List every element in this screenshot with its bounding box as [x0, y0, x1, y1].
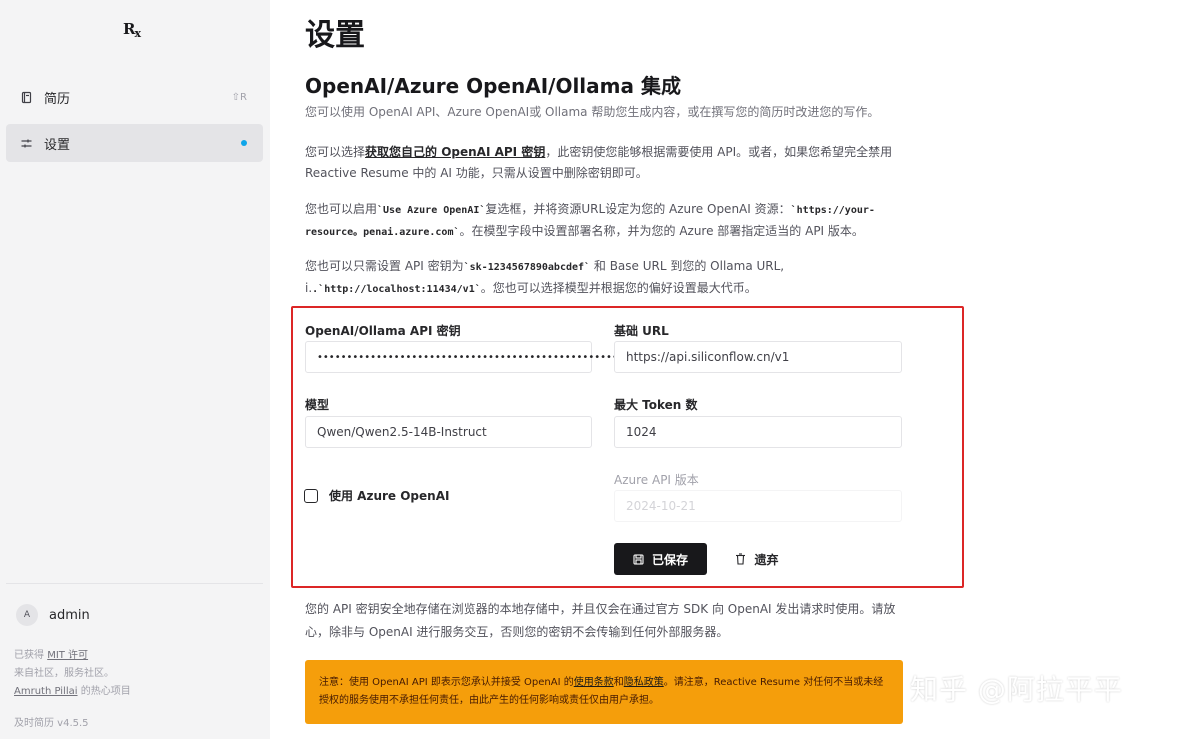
discard-button[interactable]: 遗弃: [724, 543, 790, 575]
user-name: admin: [49, 607, 90, 623]
shortcut-hint: ⇧R: [231, 91, 247, 103]
watermark: 知乎 @阿拉平平: [910, 673, 1123, 706]
section-title: OpenAI/Azure OpenAI/Ollama 集成: [305, 74, 681, 98]
notice-banner: 注意：使用 OpenAI API 即表示您承认并接受 OpenAI 的使用条款和…: [305, 660, 903, 724]
sidebar-divider: [6, 583, 263, 584]
privacy-policy-link[interactable]: 隐私政策: [624, 677, 664, 688]
sidebar-footer: 已获得 MIT 许可 来自社区，服务社区。 Amruth Pillai 的热心项…: [14, 647, 131, 701]
notice-text: 注意：使用 OpenAI API 即表示您承认并接受 OpenAI 的: [319, 677, 574, 688]
para-text: 。您也可以选择模型并根据您的偏好设置最大代币。: [480, 281, 757, 295]
inline-code: `sk-1234567890abcdef`: [463, 262, 591, 273]
api-key-intro-paragraph: 您可以选择获取您自己的 OpenAI API 密钥，此密钥使您能够根据需要使用 …: [305, 142, 915, 184]
community-text: 来自社区，服务社区。: [14, 668, 114, 679]
api-key-input[interactable]: ••••••••••••••••••••••••••••••••••••••••…: [305, 341, 624, 373]
sidebar-item-label: 简历: [44, 91, 71, 107]
author-link[interactable]: Amruth Pillai: [14, 686, 78, 697]
model-label: 模型: [305, 398, 330, 412]
model-input[interactable]: Qwen/Qwen2.5-14B-Instruct: [305, 416, 592, 448]
user-menu[interactable]: A admin: [16, 604, 90, 626]
para-text: 您也可以启用: [305, 202, 378, 216]
ollama-info-paragraph: 您也可以只需设置 API 密钥为`sk-1234567890abcdef` 和 …: [305, 256, 915, 300]
api-key-label: OpenAI/Ollama API 密钥: [305, 324, 461, 338]
sidebar: Rx 简历 ⇧R 设置 A admin 已获得 MIT 许可 来自社区，服务社区…: [0, 0, 270, 739]
app-version: 及时简历 v4.5.5: [14, 718, 89, 729]
max-tokens-label: 最大 Token 数: [614, 398, 698, 412]
terms-link[interactable]: 使用条款: [574, 677, 614, 688]
save-icon: [633, 553, 644, 565]
license-prefix: 已获得: [14, 650, 48, 661]
azure-checkbox-label: 使用 Azure OpenAI: [329, 489, 450, 503]
sliders-icon: [6, 137, 42, 150]
app-logo[interactable]: Rx: [123, 20, 141, 40]
max-tokens-input[interactable]: 1024: [614, 416, 902, 448]
author-suffix: 的热心项目: [77, 686, 131, 697]
discard-button-label: 遗弃: [754, 552, 779, 567]
avatar: A: [16, 604, 38, 626]
para-text: 复选框，并将资源URL设定为您的 Azure OpenAI 资源：: [485, 202, 791, 216]
para-text: 您也可以只需设置 API 密钥为: [305, 259, 464, 273]
azure-info-paragraph: 您也可以启用`Use Azure OpenAI`复选框，并将资源URL设定为您的…: [305, 199, 915, 243]
privacy-paragraph: 您的 API 密钥安全地存储在浏览器的本地存储中，并且仅会在通过官方 SDK 向…: [305, 602, 896, 639]
para-text: 您可以选择: [305, 145, 366, 159]
trash-icon: [735, 553, 746, 565]
page-title: 设置: [305, 18, 365, 53]
saved-button[interactable]: 已保存: [614, 543, 707, 575]
azure-checkbox-row[interactable]: 使用 Azure OpenAI: [304, 487, 449, 504]
saved-button-label: 已保存: [651, 552, 688, 567]
azure-version-label: Azure API 版本: [614, 473, 699, 487]
sidebar-item-resumes[interactable]: 简历 ⇧R: [6, 78, 263, 116]
azure-checkbox[interactable]: [304, 488, 318, 503]
license-link[interactable]: MIT 许可: [47, 650, 88, 661]
notice-text: 和: [613, 677, 624, 688]
sidebar-item-settings[interactable]: 设置: [6, 124, 263, 162]
para-text: 。在模型字段中设置部署名称，并为您的 Azure 部署指定适当的 API 版本。: [459, 224, 864, 238]
get-api-key-link[interactable]: 获取您自己的 OpenAI API 密钥: [365, 145, 545, 159]
section-subtitle: 您可以使用 OpenAI API、Azure OpenAI或 Ollama 帮助…: [305, 105, 880, 119]
base-url-label: 基础 URL: [614, 324, 669, 338]
active-indicator-dot: [241, 140, 247, 146]
inline-code: .`http://localhost:11434/v1`: [312, 284, 481, 295]
azure-version-input[interactable]: 2024-10-21: [614, 490, 902, 522]
base-url-input[interactable]: https://api.siliconflow.cn/v1: [614, 341, 902, 373]
sidebar-item-label: 设置: [44, 137, 71, 153]
notebook-icon: [6, 91, 42, 104]
inline-code: `Use Azure OpenAI`: [377, 205, 486, 216]
